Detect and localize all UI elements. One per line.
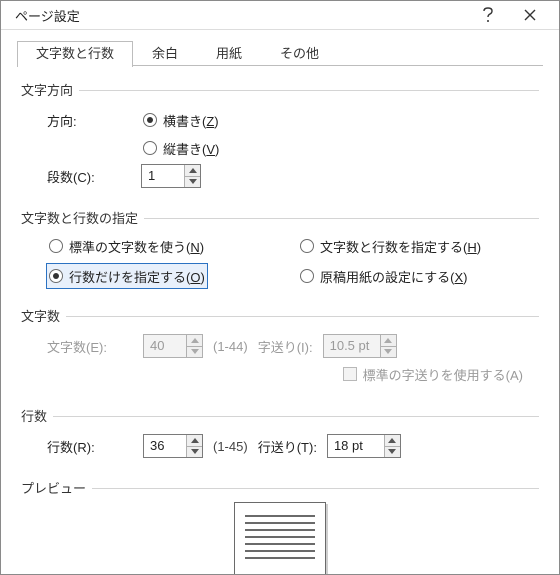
default-pitch-checkbox: 標準の字送りを使用する(A) — [343, 365, 523, 384]
spin-down-icon — [381, 346, 396, 358]
radio-icon — [300, 239, 314, 253]
columns-label: 段数(C): — [47, 167, 133, 186]
chars-value: 40 — [144, 335, 186, 357]
char-pitch-value: 10.5 pt — [324, 335, 380, 357]
radio-lines-only[interactable]: 行数だけを指定する(O) — [47, 264, 207, 288]
radio-genko[interactable]: 原稿用紙の設定にする(X) — [298, 264, 469, 288]
spin-down-icon — [187, 346, 202, 358]
orientation-label: 方向: — [47, 111, 133, 130]
tab-strip: 文字数と行数 余白 用紙 その他 — [17, 40, 543, 66]
spin-down-icon[interactable] — [185, 176, 200, 188]
preview-group: プレビュー — [21, 478, 539, 575]
titlebar: ページ設定 — [1, 1, 559, 30]
tab-paper[interactable]: 用紙 — [197, 41, 261, 67]
chars-spinner: 40 — [143, 334, 203, 358]
radio-icon — [143, 141, 157, 155]
spin-up-icon[interactable] — [185, 165, 200, 176]
radio-vertical-label: 縦書き(V) — [163, 139, 219, 158]
help-button[interactable] — [467, 1, 509, 29]
page-setup-dialog: ページ設定 文字数と行数 余白 用紙 その他 文字方向 — [0, 0, 560, 575]
preview-page-icon — [234, 502, 326, 575]
tab-margins[interactable]: 余白 — [133, 41, 197, 67]
spec-group: 文字数と行数の指定 標準の文字数を使う(N) 文字数と行数を指定する(H) — [21, 208, 539, 294]
spec-legend: 文字数と行数の指定 — [21, 208, 539, 226]
radio-icon — [300, 269, 314, 283]
lines-group: 行数 行数(R): 36 (1-45) — [21, 406, 539, 466]
direction-legend: 文字方向 — [21, 80, 539, 98]
lines-spinner[interactable]: 36 — [143, 434, 203, 458]
close-button[interactable] — [509, 1, 551, 29]
spin-up-icon — [381, 335, 396, 346]
lines-value: 36 — [144, 435, 186, 457]
radio-default-chars[interactable]: 標準の文字数を使う(N) — [47, 234, 206, 258]
lines-range: (1-45) — [213, 439, 248, 454]
tab-chars-lines[interactable]: 文字数と行数 — [17, 41, 133, 67]
chars-legend: 文字数 — [21, 306, 539, 324]
char-pitch-label: 字送り(I): — [258, 337, 313, 356]
line-pitch-value: 18 pt — [328, 435, 384, 457]
close-icon — [524, 9, 536, 21]
preview-legend: プレビュー — [21, 478, 539, 496]
columns-value: 1 — [142, 165, 184, 187]
radio-horizontal[interactable]: 横書き(Z) — [141, 108, 221, 132]
spin-down-icon[interactable] — [385, 446, 400, 458]
radio-icon — [143, 113, 157, 127]
tab-other[interactable]: その他 — [261, 41, 338, 67]
lines-label: 行数(R): — [47, 437, 133, 456]
line-pitch-label: 行送り(T): — [258, 437, 317, 456]
dialog-body: 文字数と行数 余白 用紙 その他 文字方向 方向: 横書き(Z) — [1, 30, 559, 575]
chars-label: 文字数(E): — [47, 337, 133, 356]
radio-vertical[interactable]: 縦書き(V) — [141, 136, 221, 160]
radio-icon — [49, 269, 63, 283]
spin-up-icon — [187, 335, 202, 346]
columns-spinner[interactable]: 1 — [141, 164, 201, 188]
tab-content: 文字方向 方向: 横書き(Z) — [17, 66, 543, 575]
help-icon — [482, 7, 494, 23]
spin-up-icon[interactable] — [385, 435, 400, 446]
line-pitch-spinner[interactable]: 18 pt — [327, 434, 401, 458]
lines-legend: 行数 — [21, 406, 539, 424]
char-pitch-spinner: 10.5 pt — [323, 334, 397, 358]
radio-horizontal-label: 横書き(Z) — [163, 111, 219, 130]
direction-group: 文字方向 方向: 横書き(Z) — [21, 80, 539, 196]
radio-specify-both[interactable]: 文字数と行数を指定する(H) — [298, 234, 483, 258]
checkbox-icon — [343, 367, 357, 381]
chars-group: 文字数 文字数(E): 40 (1-44) — [21, 306, 539, 394]
radio-icon — [49, 239, 63, 253]
spin-up-icon[interactable] — [187, 435, 202, 446]
window-title: ページ設定 — [15, 6, 467, 25]
chars-range: (1-44) — [213, 339, 248, 354]
spin-down-icon[interactable] — [187, 446, 202, 458]
